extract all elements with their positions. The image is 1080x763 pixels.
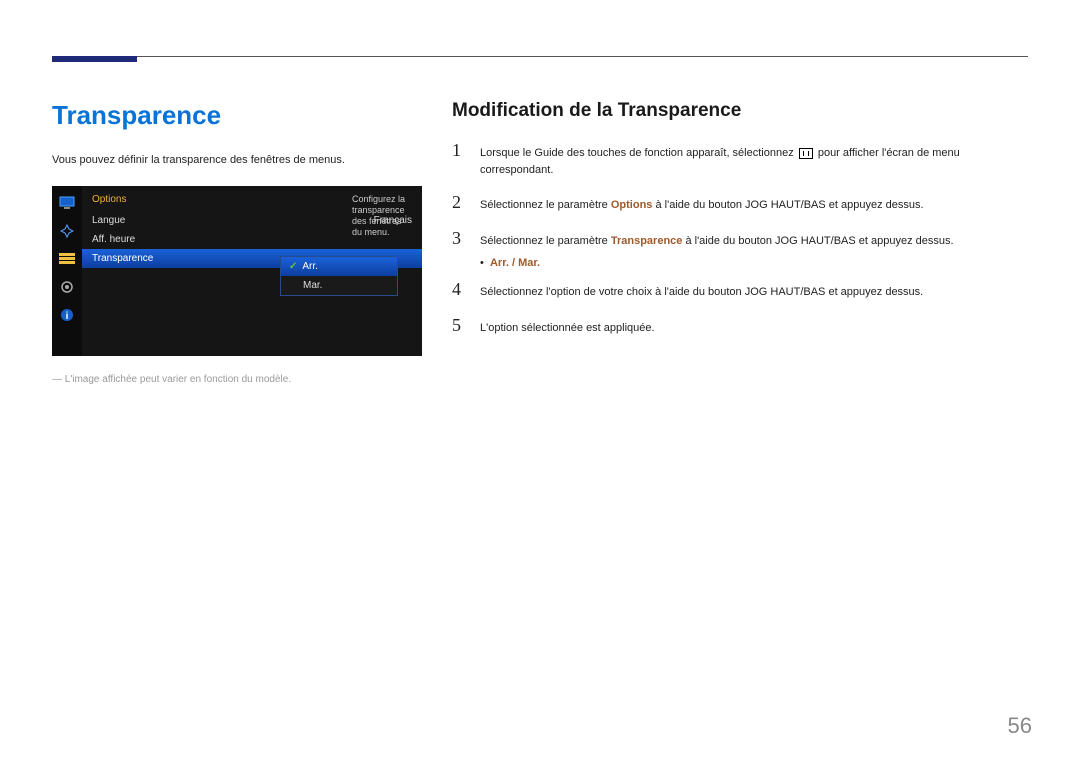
step-bullet: • Arr. / Mar. (480, 257, 1022, 269)
position-icon (58, 222, 76, 240)
page-title: Transparence (52, 100, 422, 131)
monitor-icon (58, 194, 76, 212)
step-5: 5 L'option sélectionnée est appliquée. (452, 315, 1022, 337)
step-4: 4 Sélectionnez l'option de votre choix à… (452, 279, 1022, 301)
left-column: Transparence Vous pouvez définir la tran… (52, 100, 422, 385)
info-icon: i (58, 306, 76, 324)
step-keyword: Transparence (611, 235, 683, 247)
step-text-part: Sélectionnez le paramètre (480, 199, 611, 211)
step-text: Lorsque le Guide des touches de fonction… (480, 145, 1022, 178)
osd-row-label: Aff. heure (92, 234, 135, 245)
svg-text:i: i (66, 311, 69, 322)
osd-row-label: Langue (92, 215, 125, 226)
page-number: 56 (1008, 713, 1032, 739)
osd-submenu-arr: ✓ Arr. (281, 257, 397, 276)
osd-screenshot: i Options Langue Français Aff. heure Tra… (52, 186, 422, 356)
osd-row-label: Transparence (92, 253, 153, 264)
step-text-part: Lorsque le Guide des touches de fonction… (480, 147, 797, 159)
right-column: Modification de la Transparence 1 Lorsqu… (452, 100, 1022, 350)
section-subtitle: Modification de la Transparence (452, 100, 1022, 122)
step-number: 3 (452, 228, 466, 249)
check-icon: ✓ (289, 261, 297, 272)
note-text: ― L'image affichée peut varier en foncti… (52, 374, 422, 385)
step-number: 5 (452, 315, 466, 336)
osd-submenu-mar: Mar. (281, 276, 397, 295)
options-icon (58, 250, 76, 268)
osd-submenu: ✓ Arr. Mar. (280, 256, 398, 296)
osd-sidebar: i (52, 186, 82, 356)
step-keyword: Options (611, 199, 653, 211)
osd-submenu-label: Mar. (303, 280, 322, 291)
header-rule (52, 56, 1028, 57)
osd-submenu-label: Arr. (302, 261, 318, 272)
step-text-part: Sélectionnez le paramètre (480, 235, 611, 247)
step-3: 3 Sélectionnez le paramètre Transparence… (452, 228, 1022, 250)
step-text: Sélectionnez le paramètre Options à l'ai… (480, 197, 924, 214)
step-text: Sélectionnez le paramètre Transparence à… (480, 233, 954, 250)
osd-help-text: Configurez la transparence des fenêtres … (348, 190, 418, 241)
step-text: L'option sélectionnée est appliquée. (480, 320, 655, 337)
step-1: 1 Lorsque le Guide des touches de foncti… (452, 140, 1022, 178)
menu-icon (799, 148, 813, 159)
step-number: 1 (452, 140, 466, 161)
step-text: Sélectionnez l'option de votre choix à l… (480, 284, 923, 301)
intro-text: Vous pouvez définir la transparence des … (52, 153, 422, 168)
gear-icon (58, 278, 76, 296)
bullet-value: Arr. / Mar. (490, 257, 540, 269)
step-text-part: à l'aide du bouton JOG HAUT/BAS et appuy… (685, 235, 953, 247)
step-2: 2 Sélectionnez le paramètre Options à l'… (452, 192, 1022, 214)
step-number: 4 (452, 279, 466, 300)
step-text-part: à l'aide du bouton JOG HAUT/BAS et appuy… (655, 199, 923, 211)
header-chapter-tab (52, 56, 137, 62)
step-number: 2 (452, 192, 466, 213)
